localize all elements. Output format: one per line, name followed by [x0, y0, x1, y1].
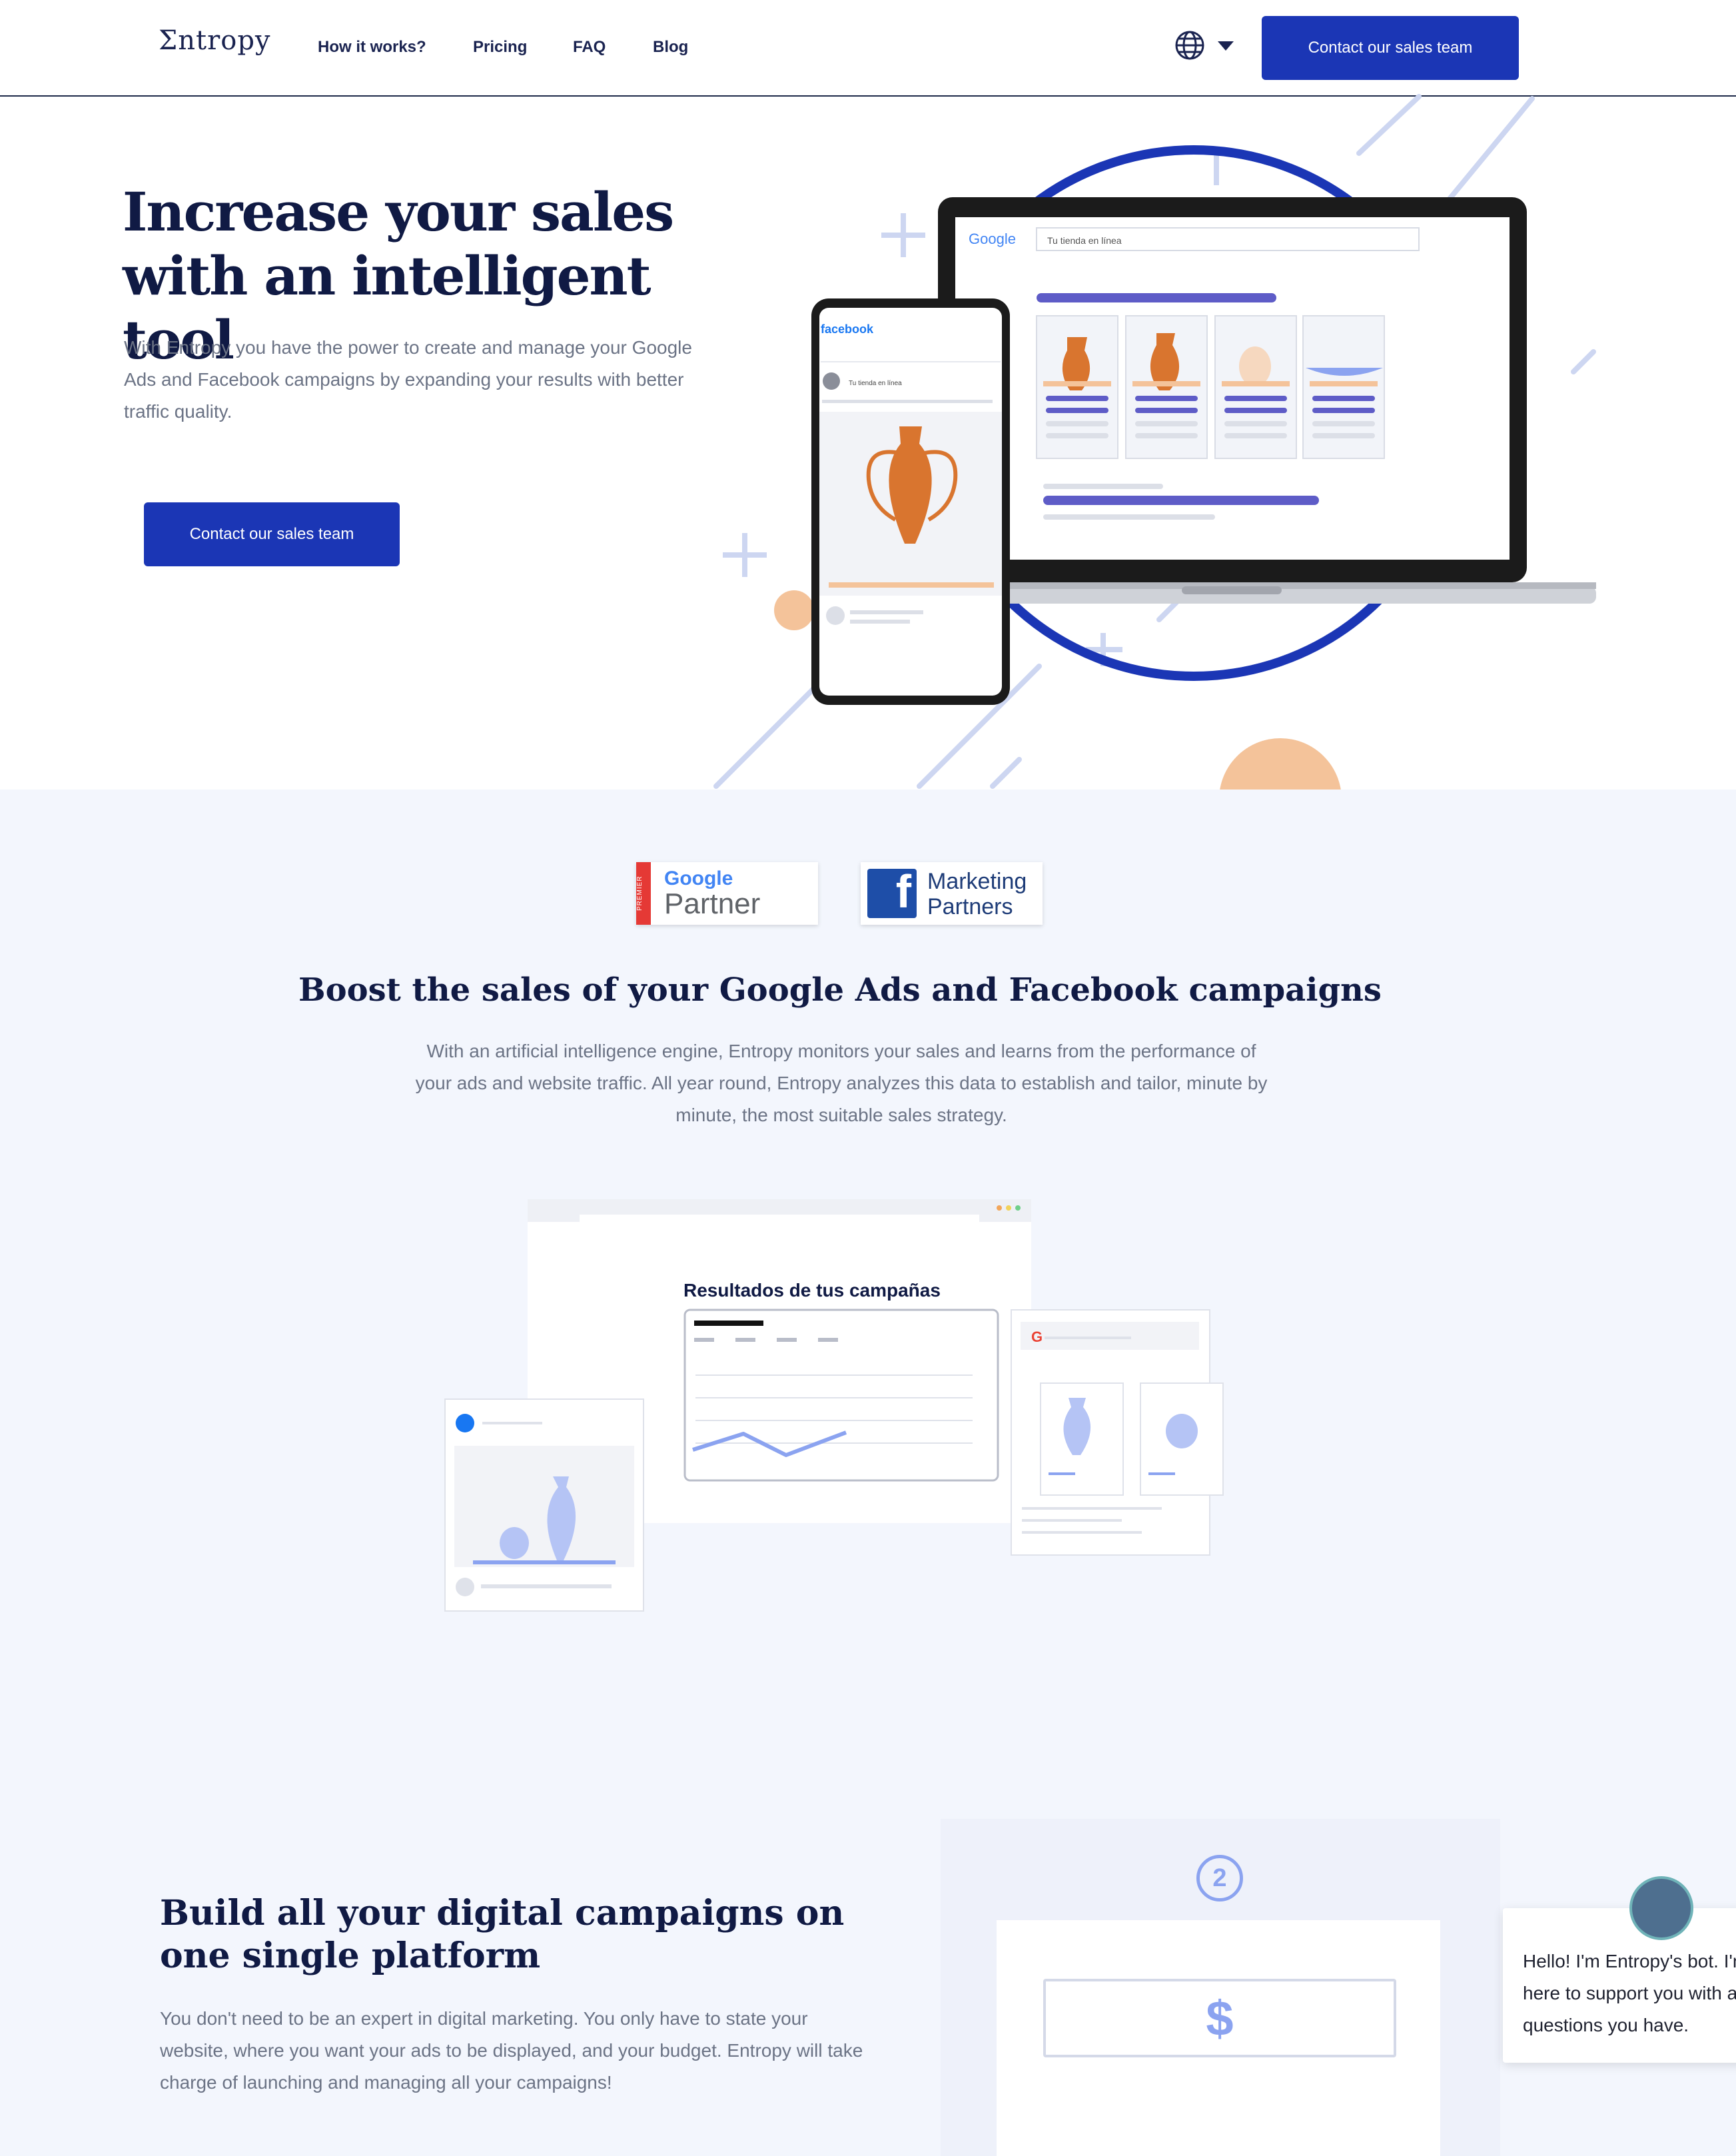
dollar-icon: $ — [1206, 1990, 1234, 2046]
facebook-logo: facebook — [821, 322, 874, 336]
laptop-search-text: Tu tienda en línea — [1047, 235, 1122, 246]
google-partner-line1: Google — [664, 867, 733, 889]
chevron-down-icon[interactable] — [1218, 41, 1234, 51]
contact-sales-button-hero[interactable]: Contact our sales team — [144, 502, 400, 566]
google-g-icon: G — [1031, 1329, 1043, 1345]
section3-title: Build all your digital campaigns on one … — [160, 1893, 845, 1976]
nav-link-how-it-works[interactable]: How it works? — [318, 38, 426, 57]
step-number-badge: 2 — [1196, 1855, 1243, 1901]
nav-link-faq[interactable]: FAQ — [573, 38, 606, 57]
phone-post-text: Tu tienda en línea — [849, 380, 902, 387]
facebook-icon: f — [867, 869, 917, 918]
nav-link-blog[interactable]: Blog — [653, 38, 688, 57]
chat-message: Hello! I'm Entropy's bot. I'm here to su… — [1523, 1951, 1736, 2035]
facebook-marketing-partners-badge: f Marketing Partners — [861, 862, 1043, 925]
budget-input-box: $ — [1043, 1979, 1396, 2057]
section2-title: Boost the sales of your Google Ads and F… — [298, 971, 1382, 1009]
section2-description: With an artificial intelligence engine, … — [415, 1041, 1268, 1125]
phone-mockup: facebook Tu tienda en línea — [811, 298, 1010, 705]
peach-circle — [1220, 738, 1341, 790]
peach-dot — [774, 590, 814, 630]
google-partner-line2: Partner — [664, 887, 761, 920]
hero-illustration: Google Tu tienda en línea facebook Tu ti… — [713, 94, 1596, 790]
bot-avatar-icon[interactable] — [1629, 1876, 1693, 1940]
fb-partner-line1: Marketing — [927, 869, 1027, 894]
premier-label: PREMIER — [636, 862, 651, 925]
entropy-logo[interactable]: Σntropy — [159, 25, 271, 56]
nav-link-pricing[interactable]: Pricing — [473, 38, 527, 57]
dashboard-illustration: Resultados de tus campañas G — [444, 1199, 1224, 1612]
dashboard-title: Resultados de tus campañas — [683, 1280, 941, 1301]
google-partner-badge: PREMIER Google Partner — [636, 862, 818, 925]
globe-icon[interactable] — [1174, 29, 1206, 61]
google-logo: Google — [969, 231, 1016, 247]
site-header: Σntropy How it works? Pricing FAQ Blog C… — [0, 0, 1736, 97]
chat-bubble[interactable]: Hello! I'm Entropy's bot. I'm here to su… — [1503, 1908, 1736, 2063]
facebook-icon — [456, 1414, 474, 1432]
section3-description: You don't need to be an expert in digita… — [160, 2008, 863, 2093]
fb-partner-line2: Partners — [927, 894, 1013, 919]
contact-sales-button-header[interactable]: Contact our sales team — [1262, 16, 1519, 80]
hero-description: With Entropy you have the power to creat… — [124, 337, 692, 422]
results-chart-card — [683, 1309, 999, 1482]
